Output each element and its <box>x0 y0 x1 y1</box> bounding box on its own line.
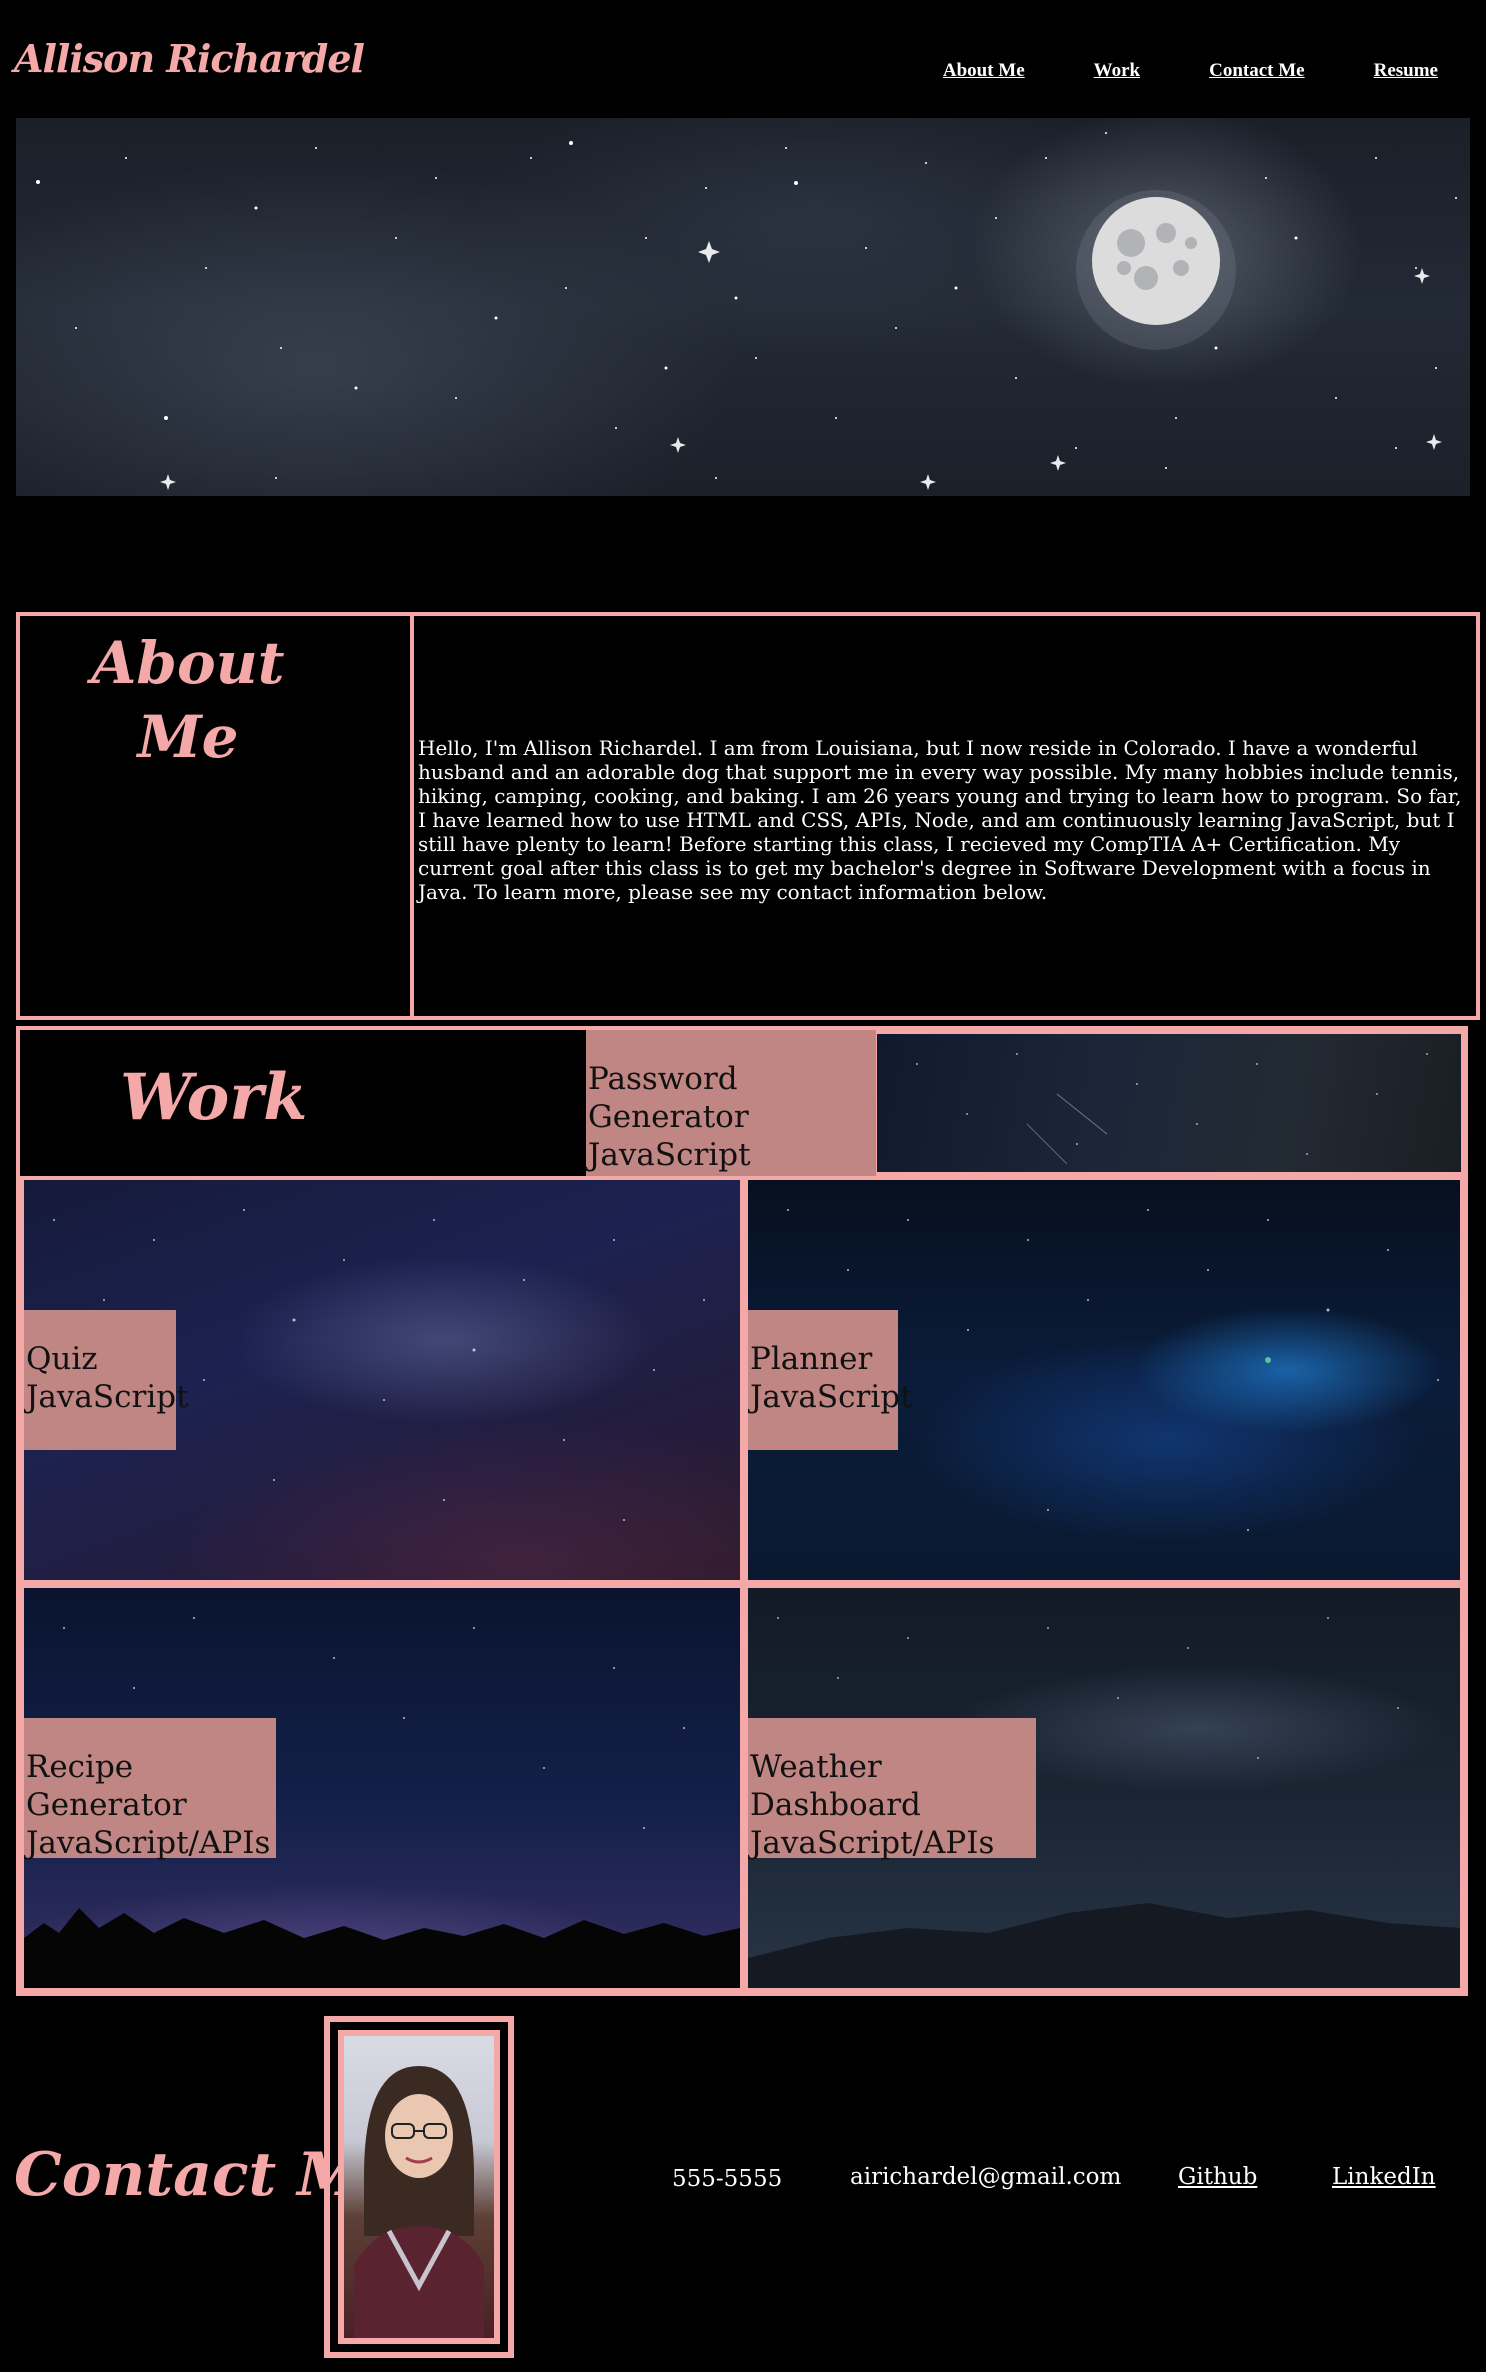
work-title-cell: Work <box>20 1030 586 1176</box>
project-weather-dashboard-card[interactable]: Weather Dashboard JavaScript/APIs <box>748 1588 1460 1988</box>
project-tech: JavaScript/APIs <box>26 1825 271 1861</box>
hero-image <box>16 118 1470 496</box>
project-tech: JavaScript <box>750 1379 913 1415</box>
about-title-cell: About Me <box>20 616 414 1016</box>
contact-email: airichardel@gmail.com <box>850 2164 1122 2190</box>
project-tech: JavaScript <box>588 1137 751 1173</box>
about-text: Hello, I'm Allison Richardel. I am from … <box>418 736 1462 904</box>
contact-linkedin-link[interactable]: LinkedIn <box>1332 2164 1436 2190</box>
project-planner-label: Planner JavaScript <box>748 1310 913 1450</box>
project-quiz-card[interactable]: Quiz JavaScript <box>24 1180 740 1580</box>
project-weather-dashboard-label: Weather Dashboard JavaScript/APIs <box>748 1718 1036 1861</box>
project-tech: JavaScript/APIs <box>750 1825 995 1861</box>
project-name: Recipe Generator <box>26 1749 187 1823</box>
work-title: Work <box>120 1060 308 1135</box>
project-name: Password Generator <box>588 1061 749 1135</box>
profile-photo <box>338 2030 500 2344</box>
project-recipe-generator-card[interactable]: Recipe Generator JavaScript/APIs <box>24 1588 740 1988</box>
about-section: About Me Hello, I'm Allison Richardel. I… <box>16 612 1480 1020</box>
work-section: Work Password Generator JavaScript Quiz … <box>16 1026 1468 1996</box>
nav-contact-me[interactable]: Contact Me <box>1209 60 1305 82</box>
nav-resume[interactable]: Resume <box>1374 60 1438 82</box>
project-quiz-label: Quiz JavaScript <box>24 1310 189 1450</box>
project-password-generator-image[interactable] <box>877 1034 1461 1172</box>
main-nav: About Me Work Contact Me Resume <box>874 60 1438 82</box>
project-planner-card[interactable]: Planner JavaScript <box>748 1180 1460 1580</box>
site-brand: Allison Richardel <box>14 36 365 81</box>
about-title: About Me <box>91 629 285 771</box>
project-name: Weather Dashboard <box>750 1749 921 1823</box>
profile-photo-frame <box>324 2016 514 2358</box>
project-name: Quiz <box>26 1341 98 1377</box>
project-tech: JavaScript <box>26 1379 189 1415</box>
project-name: Planner <box>750 1341 873 1377</box>
contact-phone: 555-5555 <box>672 2166 783 2192</box>
nav-about-me[interactable]: About Me <box>943 60 1025 82</box>
contact-github-link[interactable]: Github <box>1178 2164 1257 2190</box>
nav-work[interactable]: Work <box>1094 60 1140 82</box>
project-recipe-generator-label: Recipe Generator JavaScript/APIs <box>24 1718 276 1861</box>
project-password-generator[interactable]: Password Generator JavaScript <box>586 1030 876 1176</box>
